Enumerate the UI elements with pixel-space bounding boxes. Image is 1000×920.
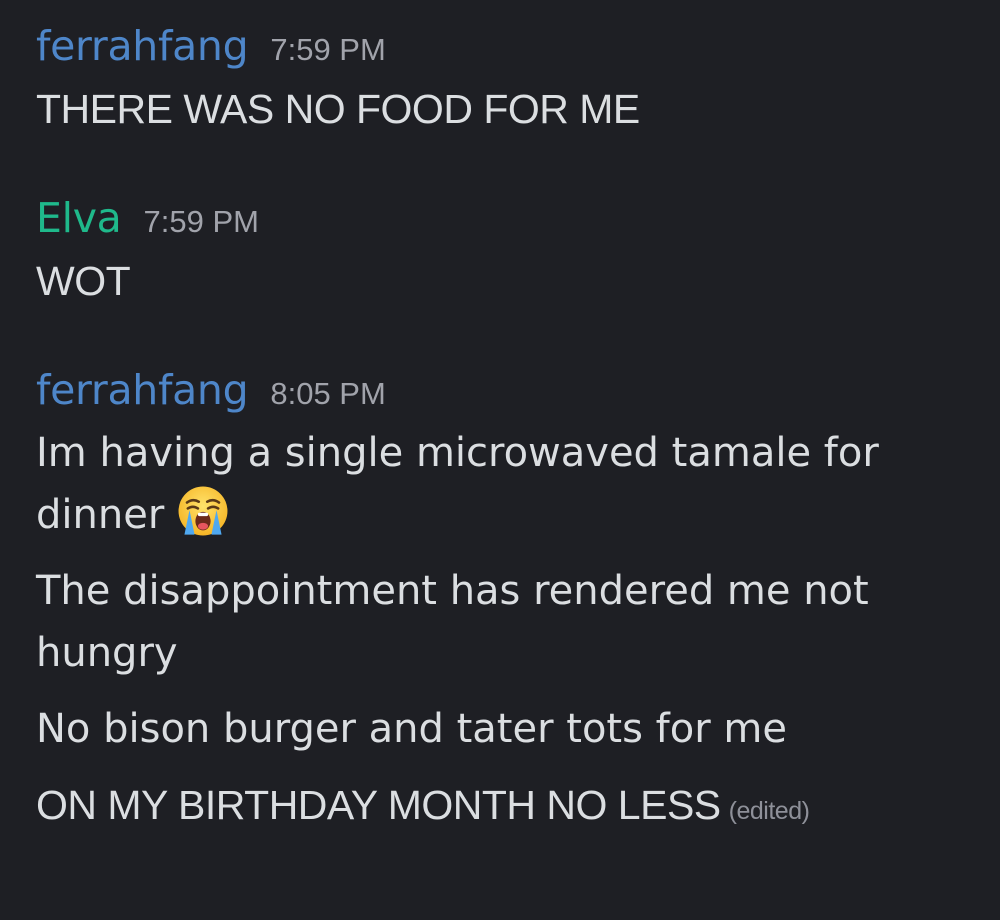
loudly-crying-face-icon xyxy=(178,486,228,536)
timestamp[interactable]: 7:59 PM xyxy=(270,32,385,68)
message-text: WOT xyxy=(36,258,131,304)
author-name[interactable]: ferrahfang xyxy=(36,366,249,414)
message-text-content: Im having a single microwaved tamale for… xyxy=(36,430,879,538)
message-text: THERE WAS NO FOOD FOR ME xyxy=(36,86,640,132)
message-text: No bison burger and tater tots for me xyxy=(36,706,787,752)
timestamp[interactable]: 8:05 PM xyxy=(270,376,385,412)
message-text: Im having a single microwaved tamale for… xyxy=(36,422,966,546)
message-group: ferrahfang 7:59 PM THERE WAS NO FOOD FOR… xyxy=(36,22,966,140)
timestamp[interactable]: 7:59 PM xyxy=(144,204,259,240)
message-header: ferrahfang 8:05 PM xyxy=(36,366,966,422)
message-text: The disappointment has rendered me not h… xyxy=(36,568,869,676)
message-group: ferrahfang 8:05 PM Im having a single mi… xyxy=(36,366,966,842)
edited-label: (edited) xyxy=(728,797,810,825)
message-group: Elva 7:59 PM WOT xyxy=(36,194,966,312)
author-name[interactable]: Elva xyxy=(36,194,122,242)
message-text-content: ON MY BIRTHDAY MONTH NO LESS xyxy=(36,782,721,828)
author-name[interactable]: ferrahfang xyxy=(36,22,249,70)
message-header: ferrahfang 7:59 PM xyxy=(36,22,966,78)
message-text: ON MY BIRTHDAY MONTH NO LESS (edited) xyxy=(36,774,966,842)
message-header: Elva 7:59 PM xyxy=(36,194,966,250)
chat-log: ferrahfang 7:59 PM THERE WAS NO FOOD FOR… xyxy=(36,22,966,842)
